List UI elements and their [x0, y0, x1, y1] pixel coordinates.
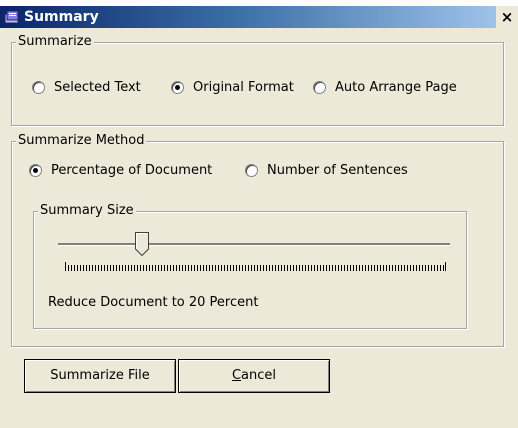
title-bar[interactable]: Summary × — [0, 6, 518, 28]
radio-number-of-sentences-label: Number of Sentences — [267, 163, 408, 178]
radio-selected-text-label: Selected Text — [54, 80, 141, 95]
radio-selected-text[interactable]: Selected Text — [32, 80, 141, 95]
cancel-button[interactable]: Cancel — [178, 359, 330, 393]
radio-selected-text-circle[interactable] — [32, 81, 45, 94]
radio-auto-arrange-page[interactable]: Auto Arrange Page — [313, 80, 457, 95]
reduce-document-status: Reduce Document to 20 Percent — [48, 295, 259, 310]
summary-size-slider-thumb[interactable] — [135, 232, 149, 256]
radio-original-format-label: Original Format — [193, 80, 294, 95]
close-icon[interactable]: × — [496, 6, 518, 28]
radio-auto-arrange-page-circle[interactable] — [313, 81, 326, 94]
summary-size-legend: Summary Size — [38, 203, 136, 219]
radio-percentage-label: Percentage of Document — [51, 163, 213, 178]
slider-tick-end — [445, 262, 446, 271]
cancel-button-label: ancel — [241, 368, 277, 383]
radio-number-of-sentences[interactable]: Number of Sentences — [245, 163, 408, 178]
radio-number-of-sentences-circle[interactable] — [245, 164, 258, 177]
radio-percentage-circle[interactable] — [29, 164, 42, 177]
summarize-method-legend: Summarize Method — [16, 133, 147, 149]
summarize-group-legend: Summarize — [16, 34, 94, 50]
cancel-button-accelerator: C — [231, 368, 242, 383]
radio-original-format[interactable]: Original Format — [171, 80, 294, 95]
summarize-file-button-label: Summarize File — [50, 368, 150, 383]
summary-size-slider-track[interactable] — [58, 243, 450, 246]
radio-original-format-circle[interactable] — [171, 81, 184, 94]
summary-dialog: Summary × Summarize Selected Text Origin… — [0, 0, 518, 428]
slider-tick-start — [65, 262, 66, 271]
radio-auto-arrange-page-label: Auto Arrange Page — [335, 80, 457, 95]
summary-app-icon — [4, 10, 19, 24]
radio-percentage-of-document[interactable]: Percentage of Document — [29, 163, 212, 178]
window-title: Summary — [24, 9, 99, 25]
summary-size-slider-ticks — [65, 265, 445, 271]
summarize-file-button[interactable]: Summarize File — [24, 359, 176, 393]
